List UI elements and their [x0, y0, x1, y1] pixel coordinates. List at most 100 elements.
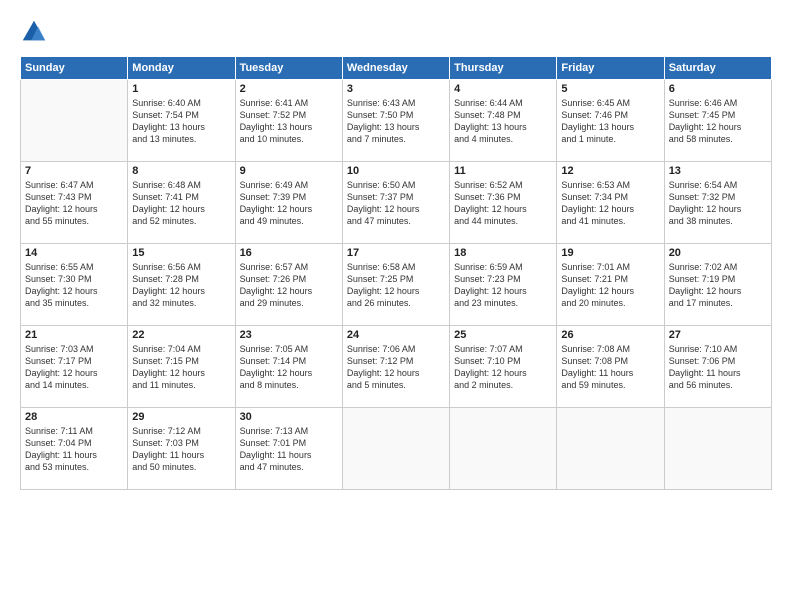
cell-content: Sunrise: 7:11 AM Sunset: 7:04 PM Dayligh…: [25, 425, 123, 474]
page: SundayMondayTuesdayWednesdayThursdayFrid…: [0, 0, 792, 612]
day-number: 28: [25, 411, 123, 423]
cell-content: Sunrise: 7:04 AM Sunset: 7:15 PM Dayligh…: [132, 343, 230, 392]
calendar-cell: 17 Sunrise: 6:58 AM Sunset: 7:25 PM Dayli…: [342, 244, 449, 326]
calendar-cell: 9 Sunrise: 6:49 AM Sunset: 7:39 PM Daylig…: [235, 162, 342, 244]
calendar-cell: 20 Sunrise: 7:02 AM Sunset: 7:19 PM Dayli…: [664, 244, 771, 326]
calendar-cell: [664, 408, 771, 490]
cell-content: Sunrise: 6:41 AM Sunset: 7:52 PM Dayligh…: [240, 97, 338, 146]
day-number: 1: [132, 83, 230, 95]
cell-content: Sunrise: 7:06 AM Sunset: 7:12 PM Dayligh…: [347, 343, 445, 392]
calendar-cell: 4Sunrise: 6:44 AM Sunset: 7:48 PM Daylig…: [450, 80, 557, 162]
cell-content: Sunrise: 6:45 AM Sunset: 7:46 PM Dayligh…: [561, 97, 659, 146]
day-number: 3: [347, 83, 445, 95]
calendar-cell: 3 Sunrise: 6:43 AM Sunset: 7:50 PM Daylig…: [342, 80, 449, 162]
day-number: 25: [454, 329, 552, 341]
cell-content: Sunrise: 7:12 AM Sunset: 7:03 PM Dayligh…: [132, 425, 230, 474]
calendar-cell: 19 Sunrise: 7:01 AM Sunset: 7:21 PM Dayli…: [557, 244, 664, 326]
calendar-cell: 10 Sunrise: 6:50 AM Sunset: 7:37 PM Dayli…: [342, 162, 449, 244]
calendar-cell: 2 Sunrise: 6:41 AM Sunset: 7:52 PM Daylig…: [235, 80, 342, 162]
weekday-header-monday: Monday: [128, 57, 235, 80]
week-row-1: 7 Sunrise: 6:47 AM Sunset: 7:43 PM Daylig…: [21, 162, 772, 244]
day-number: 26: [561, 329, 659, 341]
cell-content: Sunrise: 6:47 AM Sunset: 7:43 PM Dayligh…: [25, 179, 123, 228]
day-number: 7: [25, 165, 123, 177]
calendar-cell: 21 Sunrise: 7:03 AM Sunset: 7:17 PM Dayli…: [21, 326, 128, 408]
cell-content: Sunrise: 7:02 AM Sunset: 7:19 PM Dayligh…: [669, 261, 767, 310]
calendar-cell: 1 Sunrise: 6:40 AM Sunset: 7:54 PM Daylig…: [128, 80, 235, 162]
cell-content: Sunrise: 6:57 AM Sunset: 7:26 PM Dayligh…: [240, 261, 338, 310]
cell-content: Sunrise: 7:03 AM Sunset: 7:17 PM Dayligh…: [25, 343, 123, 392]
cell-content: Sunrise: 6:48 AM Sunset: 7:41 PM Dayligh…: [132, 179, 230, 228]
calendar-cell: [450, 408, 557, 490]
header: [20, 18, 772, 46]
day-number: 30: [240, 411, 338, 423]
day-number: 29: [132, 411, 230, 423]
day-number: 10: [347, 165, 445, 177]
logo: [20, 18, 52, 46]
cell-content: Sunrise: 7:13 AM Sunset: 7:01 PM Dayligh…: [240, 425, 338, 474]
calendar-cell: 22 Sunrise: 7:04 AM Sunset: 7:15 PM Dayli…: [128, 326, 235, 408]
cell-content: Sunrise: 7:01 AM Sunset: 7:21 PM Dayligh…: [561, 261, 659, 310]
day-number: 2: [240, 83, 338, 95]
day-number: 9: [240, 165, 338, 177]
cell-content: Sunrise: 6:49 AM Sunset: 7:39 PM Dayligh…: [240, 179, 338, 228]
cell-content: Sunrise: 6:53 AM Sunset: 7:34 PM Dayligh…: [561, 179, 659, 228]
week-row-3: 21 Sunrise: 7:03 AM Sunset: 7:17 PM Dayli…: [21, 326, 772, 408]
weekday-header-friday: Friday: [557, 57, 664, 80]
calendar-cell: 16Sunrise: 6:57 AM Sunset: 7:26 PM Dayli…: [235, 244, 342, 326]
calendar-cell: [557, 408, 664, 490]
calendar-cell: [21, 80, 128, 162]
day-number: 23: [240, 329, 338, 341]
day-number: 27: [669, 329, 767, 341]
calendar-cell: 5 Sunrise: 6:45 AM Sunset: 7:46 PM Daylig…: [557, 80, 664, 162]
calendar-cell: 11 Sunrise: 6:52 AM Sunset: 7:36 PM Dayli…: [450, 162, 557, 244]
calendar-cell: 18Sunrise: 6:59 AM Sunset: 7:23 PM Dayli…: [450, 244, 557, 326]
day-number: 17: [347, 247, 445, 259]
calendar-cell: 14Sunrise: 6:55 AM Sunset: 7:30 PM Dayli…: [21, 244, 128, 326]
day-number: 19: [561, 247, 659, 259]
week-row-4: 28 Sunrise: 7:11 AM Sunset: 7:04 PM Dayli…: [21, 408, 772, 490]
calendar-cell: 27 Sunrise: 7:10 AM Sunset: 7:06 PM Dayli…: [664, 326, 771, 408]
day-number: 11: [454, 165, 552, 177]
cell-content: Sunrise: 6:43 AM Sunset: 7:50 PM Dayligh…: [347, 97, 445, 146]
cell-content: Sunrise: 6:54 AM Sunset: 7:32 PM Dayligh…: [669, 179, 767, 228]
calendar-cell: 25 Sunrise: 7:07 AM Sunset: 7:10 PM Dayli…: [450, 326, 557, 408]
day-number: 5: [561, 83, 659, 95]
day-number: 20: [669, 247, 767, 259]
cell-content: Sunrise: 6:50 AM Sunset: 7:37 PM Dayligh…: [347, 179, 445, 228]
logo-icon: [20, 18, 48, 46]
day-number: 22: [132, 329, 230, 341]
calendar-cell: 28 Sunrise: 7:11 AM Sunset: 7:04 PM Dayli…: [21, 408, 128, 490]
weekday-header-saturday: Saturday: [664, 57, 771, 80]
cell-content: Sunrise: 6:40 AM Sunset: 7:54 PM Dayligh…: [132, 97, 230, 146]
weekday-header-sunday: Sunday: [21, 57, 128, 80]
cell-content: Sunrise: 6:55 AM Sunset: 7:30 PM Dayligh…: [25, 261, 123, 310]
calendar-cell: 8 Sunrise: 6:48 AM Sunset: 7:41 PM Daylig…: [128, 162, 235, 244]
weekday-header-tuesday: Tuesday: [235, 57, 342, 80]
cell-content: Sunrise: 6:59 AM Sunset: 7:23 PM Dayligh…: [454, 261, 552, 310]
cell-content: Sunrise: 6:56 AM Sunset: 7:28 PM Dayligh…: [132, 261, 230, 310]
calendar-cell: 29 Sunrise: 7:12 AM Sunset: 7:03 PM Dayli…: [128, 408, 235, 490]
calendar-cell: 23Sunrise: 7:05 AM Sunset: 7:14 PM Dayli…: [235, 326, 342, 408]
calendar-cell: 6Sunrise: 6:46 AM Sunset: 7:45 PM Daylig…: [664, 80, 771, 162]
cell-content: Sunrise: 7:08 AM Sunset: 7:08 PM Dayligh…: [561, 343, 659, 392]
cell-content: Sunrise: 7:07 AM Sunset: 7:10 PM Dayligh…: [454, 343, 552, 392]
calendar: SundayMondayTuesdayWednesdayThursdayFrid…: [20, 56, 772, 490]
calendar-cell: 24Sunrise: 7:06 AM Sunset: 7:12 PM Dayli…: [342, 326, 449, 408]
day-number: 8: [132, 165, 230, 177]
week-row-2: 14Sunrise: 6:55 AM Sunset: 7:30 PM Dayli…: [21, 244, 772, 326]
calendar-cell: [342, 408, 449, 490]
cell-content: Sunrise: 7:10 AM Sunset: 7:06 PM Dayligh…: [669, 343, 767, 392]
calendar-cell: 30 Sunrise: 7:13 AM Sunset: 7:01 PM Dayli…: [235, 408, 342, 490]
week-row-0: 1 Sunrise: 6:40 AM Sunset: 7:54 PM Daylig…: [21, 80, 772, 162]
day-number: 6: [669, 83, 767, 95]
weekday-header-thursday: Thursday: [450, 57, 557, 80]
day-number: 12: [561, 165, 659, 177]
cell-content: Sunrise: 6:44 AM Sunset: 7:48 PM Dayligh…: [454, 97, 552, 146]
weekday-header-row: SundayMondayTuesdayWednesdayThursdayFrid…: [21, 57, 772, 80]
calendar-cell: 12 Sunrise: 6:53 AM Sunset: 7:34 PM Dayli…: [557, 162, 664, 244]
weekday-header-wednesday: Wednesday: [342, 57, 449, 80]
cell-content: Sunrise: 6:58 AM Sunset: 7:25 PM Dayligh…: [347, 261, 445, 310]
cell-content: Sunrise: 6:52 AM Sunset: 7:36 PM Dayligh…: [454, 179, 552, 228]
day-number: 21: [25, 329, 123, 341]
